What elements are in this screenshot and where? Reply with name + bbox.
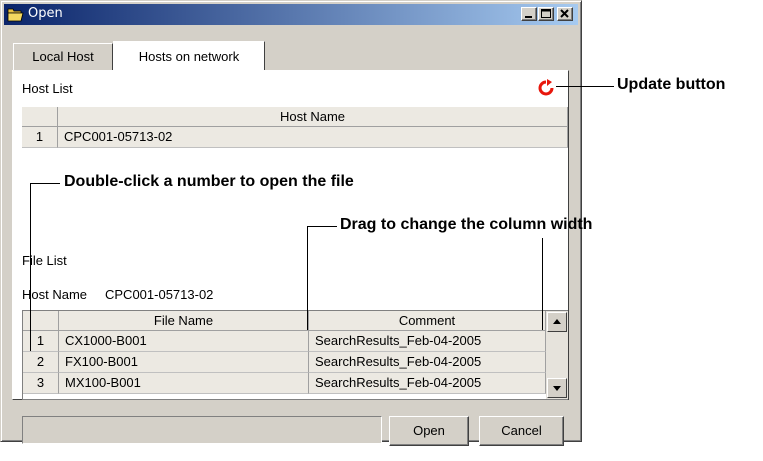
title-bar[interactable]: Open — [4, 4, 578, 25]
minimize-icon — [525, 16, 532, 18]
file-row-number[interactable]: 2 — [23, 352, 59, 373]
file-name-cell[interactable]: FX100-B001 — [59, 352, 309, 373]
comment-cell[interactable]: SearchResults_Feb-04-2005 — [309, 352, 546, 373]
open-button[interactable]: Open — [389, 416, 469, 446]
scroll-up-button[interactable] — [547, 312, 567, 332]
arrow-up-icon — [553, 319, 561, 324]
comment-column-header[interactable]: Comment — [309, 311, 546, 331]
host-row-number[interactable]: 1 — [22, 127, 58, 148]
update-callout-line — [556, 86, 614, 87]
tab-local-host[interactable]: Local Host — [13, 43, 113, 71]
row-number-header — [22, 107, 58, 127]
maximize-button[interactable] — [538, 7, 554, 21]
status-field — [22, 416, 382, 444]
update-icon[interactable] — [537, 79, 555, 100]
file-name-column-header[interactable]: File Name — [59, 311, 309, 331]
drag-callout-line — [307, 226, 308, 330]
tab-strip: Local Host Hosts on network — [13, 41, 573, 73]
double-click-callout-line — [30, 183, 31, 351]
window-title: Open — [28, 6, 63, 21]
comment-cell[interactable]: SearchResults_Feb-04-2005 — [309, 373, 546, 394]
comment-cell[interactable]: SearchResults_Feb-04-2005 — [309, 331, 546, 352]
file-name-cell[interactable]: CX1000-B001 — [59, 331, 309, 352]
file-row-number[interactable]: 1 — [23, 331, 59, 352]
drag-callout-line — [542, 238, 543, 330]
scroll-down-button[interactable] — [547, 378, 567, 398]
file-list-scrollbar[interactable] — [546, 311, 568, 399]
cancel-button[interactable]: Cancel — [479, 416, 564, 446]
double-click-callout: Double-click a number to open the file — [64, 173, 354, 190]
tab-hosts-on-network[interactable]: Hosts on network — [113, 41, 265, 72]
file-list-label: File List — [22, 253, 67, 268]
file-host-name-value: CPC001-05713-02 — [105, 287, 214, 302]
arrow-down-icon — [553, 386, 561, 391]
file-host-name-label: Host Name — [22, 287, 88, 302]
drag-callout-line — [307, 226, 337, 227]
host-name-column-header[interactable]: Host Name — [58, 107, 568, 127]
double-click-callout-line — [30, 183, 60, 184]
file-row-number[interactable]: 3 — [23, 373, 59, 394]
close-button[interactable] — [557, 7, 573, 21]
host-name-cell[interactable]: CPC001-05713-02 — [58, 127, 568, 148]
folder-open-icon — [7, 7, 24, 25]
close-icon — [560, 9, 569, 18]
drag-column-callout: Drag to change the column width — [340, 216, 593, 233]
row-number-header — [23, 311, 59, 331]
file-name-cell[interactable]: MX100-B001 — [59, 373, 309, 394]
update-button-callout: Update button — [617, 76, 726, 93]
minimize-button[interactable] — [521, 7, 537, 21]
maximize-icon — [541, 9, 551, 18]
host-list-label: Host List — [22, 81, 73, 96]
